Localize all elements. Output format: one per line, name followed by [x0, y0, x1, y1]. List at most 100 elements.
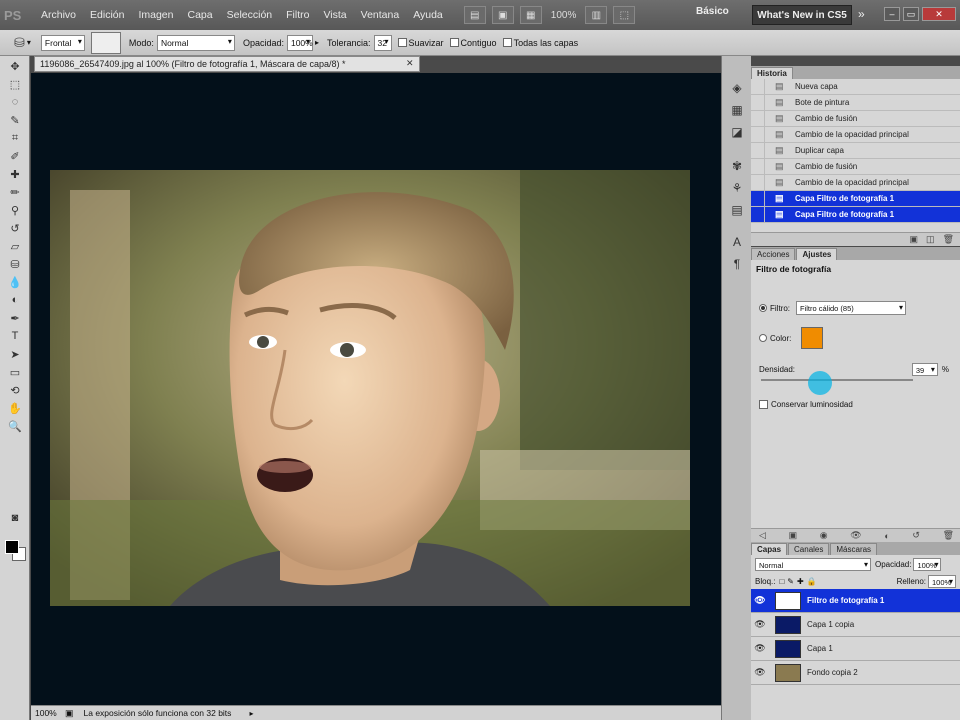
minibridge-icon[interactable]: ▣	[491, 6, 514, 24]
menu-filtro[interactable]: Filtro	[279, 9, 316, 21]
status-chevron-icon[interactable]: ▸	[250, 709, 254, 718]
document-tab[interactable]: 1196086_26547409.jpg al 100% (Filtro de …	[34, 56, 420, 72]
trash-icon[interactable]: 🗑	[943, 234, 954, 245]
tab-historia[interactable]: Historia	[751, 67, 793, 79]
return-to-list-icon[interactable]: ◁	[759, 530, 766, 541]
history-item[interactable]: ▤ Cambio de fusión	[751, 158, 960, 175]
layer-row[interactable]: 👁 Fondo copia 2	[751, 661, 960, 685]
suavizar-checkbox[interactable]	[397, 38, 407, 47]
layer-row[interactable]: 👁 Filtro de fotografía 1	[751, 589, 960, 613]
density-input[interactable]: 39	[911, 363, 938, 376]
restore-icon[interactable]: ▭	[903, 7, 919, 21]
clone-stamp-tool-icon[interactable]: ⚲	[4, 202, 26, 218]
tab-capas[interactable]: Capas	[751, 543, 788, 555]
color-swatch[interactable]	[801, 327, 824, 349]
delete-adjustment-icon[interactable]: 🗑	[943, 530, 954, 541]
history-item[interactable]: ▤ Cambio de la opacidad principal	[751, 174, 960, 191]
arrange-documents-icon[interactable]: ▥	[585, 6, 608, 24]
layer-row[interactable]: 👁 Capa 1	[751, 637, 960, 661]
opacity-chevron-icon[interactable]: ▸	[315, 38, 319, 47]
crop-tool-icon[interactable]: ⌗	[4, 130, 26, 146]
pen-tool-icon[interactable]: ✒	[4, 310, 26, 326]
hand-tool-icon[interactable]: ✋	[4, 400, 26, 416]
previous-state-icon[interactable]: ◐	[884, 531, 889, 541]
chevron-right-icon[interactable]: »	[858, 7, 865, 21]
filter-select[interactable]: Filtro cálido (85)	[796, 301, 906, 315]
menu-vista[interactable]: Vista	[316, 9, 353, 21]
view-extras-icon[interactable]: ▦	[519, 6, 542, 24]
styles-panel-icon[interactable]: ◪	[729, 124, 745, 140]
brushes-panel-icon[interactable]: ✾	[729, 158, 745, 174]
close-icon[interactable]: ✕	[922, 7, 956, 21]
conservar-checkbox[interactable]	[759, 400, 768, 409]
tab-acciones[interactable]: Acciones	[751, 248, 796, 260]
history-source-checkbox[interactable]	[751, 190, 765, 207]
history-brush-tool-icon[interactable]: ↺	[4, 220, 26, 236]
document-close-icon[interactable]: ✕	[406, 58, 414, 69]
layer-row[interactable]: 👁 Capa 1 copia	[751, 613, 960, 637]
type-tool-icon[interactable]: T	[4, 328, 26, 344]
reset-icon[interactable]: ↺	[912, 530, 920, 541]
layer-visibility-eye-icon[interactable]: 👁	[751, 643, 769, 654]
menu-ventana[interactable]: Ventana	[354, 9, 407, 21]
dodge-tool-icon[interactable]: ◐	[4, 292, 26, 308]
clone-source-icon[interactable]: ⚘	[729, 180, 745, 196]
workspace-basico-button[interactable]: Básico	[696, 6, 729, 17]
paint-bucket-tool-icon[interactable]: ⛁	[4, 256, 26, 272]
opacity-input[interactable]: 100%	[286, 34, 313, 51]
zoom-level[interactable]: 100%	[551, 10, 577, 21]
tab-canales[interactable]: Canales	[788, 543, 830, 555]
tool-preset-chevron-down-icon[interactable]: ▾	[27, 38, 31, 47]
history-source-checkbox[interactable]	[751, 110, 765, 127]
zoom-tool-icon[interactable]: 🔍	[4, 418, 26, 434]
healing-brush-tool-icon[interactable]: ✚	[4, 166, 26, 182]
menu-seleccion[interactable]: Selección	[220, 9, 280, 21]
density-slider-thumb[interactable]	[808, 371, 833, 395]
filtro-radio[interactable]	[759, 304, 767, 312]
menu-archivo[interactable]: Archivo	[34, 9, 83, 21]
status-info-icon[interactable]: ▣	[65, 708, 74, 719]
character-panel-icon[interactable]: A	[729, 234, 745, 250]
brush-tool-icon[interactable]: ✏	[4, 184, 26, 200]
todas-capas-checkbox[interactable]	[502, 38, 512, 47]
fill-input[interactable]: 100%	[928, 575, 956, 588]
eyedropper-tool-icon[interactable]: ✐	[4, 148, 26, 164]
history-source-checkbox[interactable]	[751, 126, 765, 143]
layer-blend-mode-select[interactable]: Normal	[755, 558, 871, 571]
pattern-picker[interactable]	[90, 31, 121, 54]
history-item[interactable]: ▤ Duplicar capa	[751, 142, 960, 159]
density-slider-track[interactable]	[761, 379, 913, 381]
history-item[interactable]: ▤ Cambio de fusión	[751, 110, 960, 127]
shape-tool-icon[interactable]: ▭	[4, 364, 26, 380]
eraser-tool-icon[interactable]: ▱	[4, 238, 26, 254]
history-item[interactable]: ▤ Capa Filtro de fotografía 1	[751, 206, 960, 223]
lock-icons[interactable]: □✎✚🔒	[779, 577, 819, 586]
screen-mode-icon[interactable]: ⬚	[613, 6, 636, 24]
history-item[interactable]: ▤ Bote de pintura	[751, 94, 960, 111]
bridge-icon[interactable]: ▤	[463, 6, 486, 24]
move-tool-icon[interactable]: ✥	[4, 58, 26, 74]
tab-ajustes[interactable]: Ajustes	[796, 248, 838, 260]
layer-visibility-eye-icon[interactable]: 👁	[751, 595, 769, 606]
menu-ayuda[interactable]: Ayuda	[406, 9, 450, 21]
quick-mask-icon[interactable]: ◙	[4, 510, 26, 526]
status-zoom[interactable]: 100%	[31, 708, 61, 718]
fill-source-select[interactable]: Frontal	[40, 34, 85, 51]
history-item[interactable]: ▤ Capa Filtro de fotografía 1	[751, 190, 960, 207]
quick-selection-tool-icon[interactable]: ✎	[4, 112, 26, 128]
history-source-checkbox[interactable]	[751, 206, 765, 223]
lasso-tool-icon[interactable]: ◌	[4, 94, 26, 110]
paragraph-panel-icon[interactable]: ¶	[729, 256, 745, 272]
new-document-icon[interactable]: ▣	[910, 234, 919, 245]
whats-new-button[interactable]: What's New in CS5	[752, 5, 852, 25]
new-snapshot-icon[interactable]: ◫	[926, 234, 935, 245]
3d-rotate-tool-icon[interactable]: ⟲	[4, 382, 26, 398]
history-source-checkbox[interactable]	[751, 94, 765, 111]
marquee-tool-icon[interactable]: ⬚	[4, 76, 26, 92]
blend-mode-select[interactable]: Normal	[156, 34, 235, 51]
menu-imagen[interactable]: Imagen	[131, 9, 180, 21]
layer-visibility-eye-icon[interactable]: 👁	[751, 619, 769, 630]
history-source-checkbox[interactable]	[751, 158, 765, 175]
foreground-color-swatch[interactable]	[5, 540, 19, 554]
navigator-icon[interactable]: ▤	[729, 202, 745, 218]
